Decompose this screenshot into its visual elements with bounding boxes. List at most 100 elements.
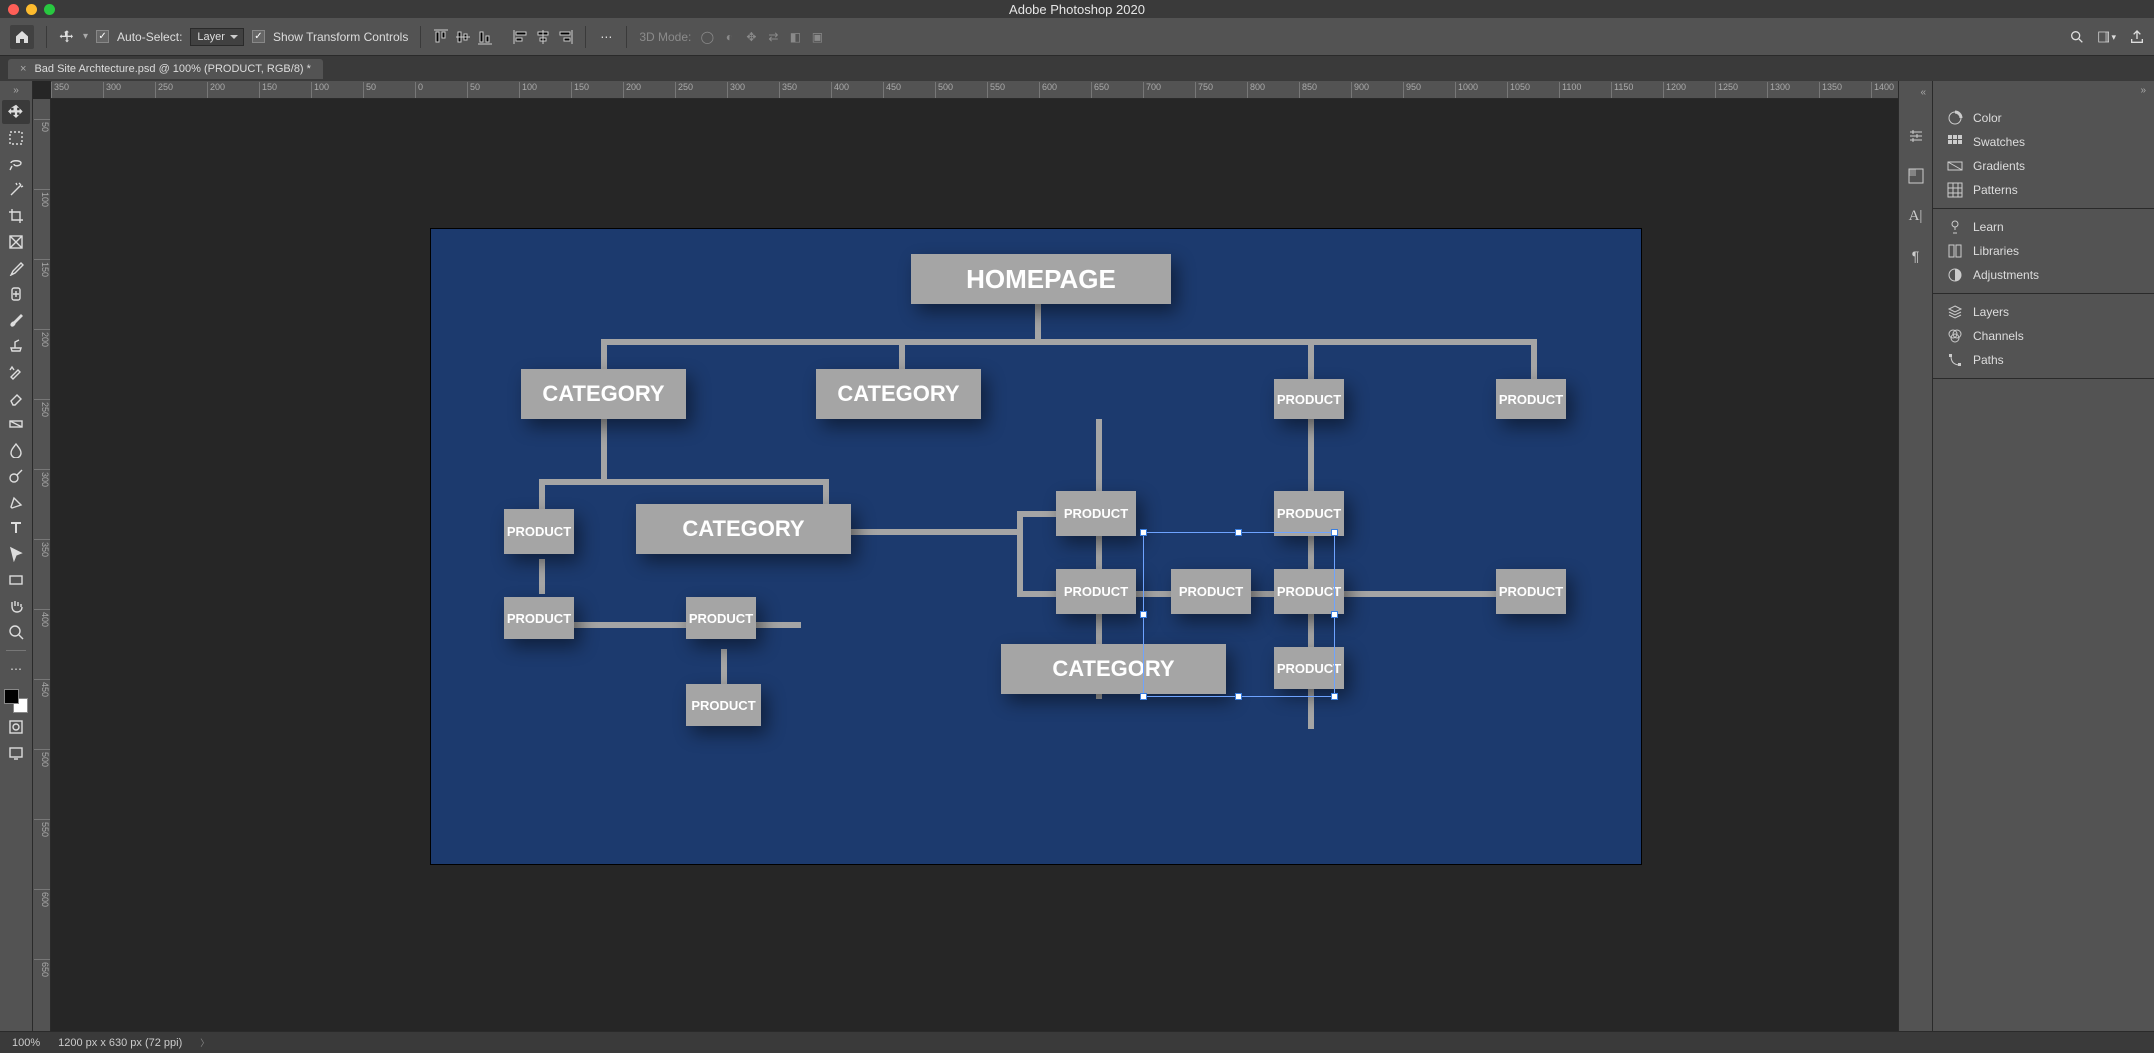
align-left-icon[interactable] (513, 29, 529, 45)
marquee-tool[interactable] (2, 126, 30, 150)
character-panel-icon[interactable]: A| (1906, 206, 1926, 226)
ruler-vertical[interactable]: 50100150200250300350400450500550600650 (33, 99, 51, 1031)
node-product[interactable]: PRODUCT (504, 597, 574, 639)
panel-tab-swatches[interactable]: Swatches (1933, 130, 2154, 154)
path-selection-tool[interactable] (2, 542, 30, 566)
minimize-window-button[interactable] (26, 4, 37, 15)
align-right-icon[interactable] (557, 29, 573, 45)
align-hcenter-icon[interactable] (535, 29, 551, 45)
info-panel-icon[interactable] (1906, 166, 1926, 186)
right-panels: » Color Swatches Gradients Patterns Lear… (1932, 81, 2154, 1031)
document-info[interactable]: 1200 px x 630 px (72 ppi) (58, 1037, 182, 1049)
transform-handle-t[interactable] (1235, 529, 1242, 536)
node-category-2[interactable]: CATEGORY (816, 369, 981, 419)
collapse-tools-icon[interactable]: » (13, 85, 19, 96)
titlebar: Adobe Photoshop 2020 (0, 0, 2154, 18)
collapse-right-panels-icon[interactable]: » (1933, 81, 2154, 100)
type-tool[interactable] (2, 516, 30, 540)
move-tool[interactable] (2, 100, 30, 124)
blur-tool[interactable] (2, 438, 30, 462)
healing-brush-tool[interactable] (2, 282, 30, 306)
panel-tab-label: Paths (1973, 353, 2004, 367)
dodge-tool[interactable] (2, 464, 30, 488)
node-product[interactable]: PRODUCT (1274, 379, 1344, 419)
close-tab-icon[interactable]: × (20, 63, 26, 75)
ruler-horizontal[interactable]: 3503002502001501005005010015020025030035… (51, 81, 1898, 99)
clone-stamp-tool[interactable] (2, 334, 30, 358)
canvas-wrap: 3503002502001501005005010015020025030035… (33, 81, 1898, 1031)
search-icon[interactable] (2068, 28, 2086, 46)
panel-tab-label: Gradients (1973, 159, 2025, 173)
auto-select-dropdown[interactable]: Layer (190, 28, 244, 46)
gradient-tool[interactable] (2, 412, 30, 436)
panel-tab-adjustments[interactable]: Adjustments (1933, 263, 2154, 287)
node-product[interactable]: PRODUCT (1496, 569, 1566, 614)
lasso-tool[interactable] (2, 152, 30, 176)
brush-tool[interactable] (2, 308, 30, 332)
canvas-area[interactable]: HOMEPAGE CATEGORY CATEGORY PRODUCT PRODU… (51, 99, 1898, 1031)
document-tab[interactable]: × Bad Site Archtecture.psd @ 100% (PRODU… (8, 59, 323, 79)
quick-mask-tool[interactable] (2, 715, 30, 739)
transform-handle-tr[interactable] (1331, 529, 1338, 536)
transform-handle-bl[interactable] (1140, 693, 1147, 700)
node-product[interactable]: PRODUCT (686, 597, 756, 639)
connector (721, 649, 727, 684)
panel-tab-libraries[interactable]: Libraries (1933, 239, 2154, 263)
panel-tab-gradients[interactable]: Gradients (1933, 154, 2154, 178)
eyedropper-tool[interactable] (2, 256, 30, 280)
workspace-switcher-icon[interactable]: ▾ (2098, 28, 2116, 46)
paragraph-panel-icon[interactable]: ¶ (1906, 246, 1926, 266)
panel-tab-channels[interactable]: Channels (1933, 324, 2154, 348)
screen-mode-tool[interactable] (2, 741, 30, 765)
magic-wand-tool[interactable] (2, 178, 30, 202)
node-homepage[interactable]: HOMEPAGE (911, 254, 1171, 304)
panel-tab-patterns[interactable]: Patterns (1933, 178, 2154, 202)
crop-tool[interactable] (2, 204, 30, 228)
node-product[interactable]: PRODUCT (686, 684, 761, 726)
node-category-1[interactable]: CATEGORY (521, 369, 686, 419)
transform-handle-l[interactable] (1140, 611, 1147, 618)
zoom-tool[interactable] (2, 620, 30, 644)
node-product[interactable]: PRODUCT (1496, 379, 1566, 419)
maximize-window-button[interactable] (44, 4, 55, 15)
artboard[interactable]: HOMEPAGE CATEGORY CATEGORY PRODUCT PRODU… (431, 229, 1641, 864)
panel-tab-paths[interactable]: Paths (1933, 348, 2154, 372)
auto-select-checkbox[interactable]: ✓ (96, 30, 109, 43)
panel-tab-color[interactable]: Color (1933, 106, 2154, 130)
panel-tab-layers[interactable]: Layers (1933, 300, 2154, 324)
connector (1341, 591, 1496, 597)
eraser-tool[interactable] (2, 386, 30, 410)
frame-tool[interactable] (2, 230, 30, 254)
close-window-button[interactable] (8, 4, 19, 15)
node-category-3[interactable]: CATEGORY (636, 504, 851, 554)
transform-handle-br[interactable] (1331, 693, 1338, 700)
node-product[interactable]: PRODUCT (1056, 491, 1136, 536)
docinfo-caret-icon[interactable]: 〉 (200, 1036, 209, 1049)
history-brush-tool[interactable] (2, 360, 30, 384)
align-vcenter-icon[interactable] (455, 29, 471, 45)
foreground-background-colors[interactable] (4, 689, 28, 713)
expand-panels-icon[interactable]: « (1920, 87, 1926, 98)
hand-tool[interactable] (2, 594, 30, 618)
node-product[interactable]: PRODUCT (1056, 569, 1136, 614)
align-top-icon[interactable] (433, 29, 449, 45)
transform-handle-r[interactable] (1331, 611, 1338, 618)
home-button[interactable] (10, 25, 34, 49)
pan-3d-icon: ✥ (743, 29, 759, 45)
more-align-icon[interactable]: ⋯ (598, 29, 614, 45)
share-icon[interactable] (2128, 28, 2146, 46)
edit-toolbar-icon[interactable]: ⋯ (2, 657, 30, 681)
transform-handle-tl[interactable] (1140, 529, 1147, 536)
node-product[interactable]: PRODUCT (504, 509, 574, 554)
transform-bounding-box[interactable] (1143, 532, 1335, 697)
zoom-level[interactable]: 100% (12, 1037, 40, 1049)
panel-tab-label: Layers (1973, 305, 2009, 319)
show-transform-checkbox[interactable]: ✓ (252, 30, 265, 43)
rectangle-tool[interactable] (2, 568, 30, 592)
panel-tab-learn[interactable]: Learn (1933, 215, 2154, 239)
transform-handle-b[interactable] (1235, 693, 1242, 700)
align-bottom-icon[interactable] (477, 29, 493, 45)
foreground-color-swatch[interactable] (4, 689, 19, 704)
properties-panel-icon[interactable] (1906, 126, 1926, 146)
pen-tool[interactable] (2, 490, 30, 514)
